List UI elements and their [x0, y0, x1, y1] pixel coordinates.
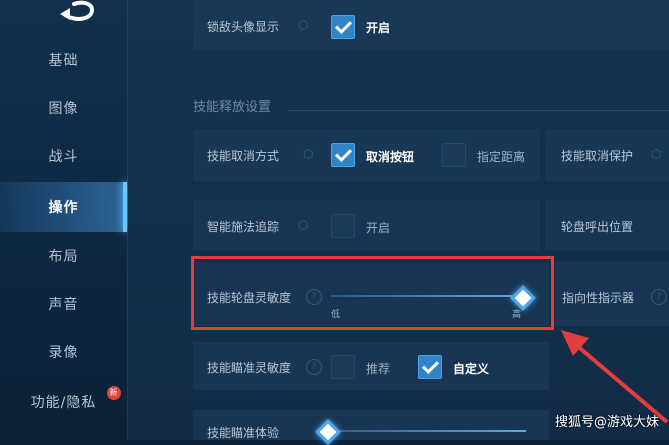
sidebar-item-controls[interactable]: 操作	[0, 182, 127, 232]
option-label: 取消按钮	[366, 150, 415, 164]
recommended-checkbox[interactable]	[331, 355, 355, 379]
sidebar-item-combat[interactable]: 战斗	[0, 134, 127, 178]
aim-experience-slider-track[interactable]	[326, 430, 526, 432]
back-arrow-icon[interactable]	[56, 0, 100, 24]
sidebar-item-label: 功能/隐私	[30, 395, 97, 411]
sidebar: 基础 图像 战斗 操作 布局 声音 录像 功能/隐私 新	[0, 0, 128, 440]
sidebar-item-label: 战斗	[48, 149, 79, 165]
info-icon[interactable]: ⬡	[298, 18, 312, 32]
sidebar-item-replay[interactable]: 录像	[0, 330, 127, 374]
sidebar-item-label: 布局	[48, 249, 79, 265]
info-icon[interactable]: ⬡	[303, 147, 317, 161]
setting-label: 轮盘呼出位置	[561, 220, 634, 234]
specify-distance-checkbox[interactable]	[442, 143, 466, 167]
info-icon[interactable]: ⬡	[651, 147, 665, 161]
sidebar-item-features-privacy[interactable]: 功能/隐私 新	[0, 380, 127, 424]
smart-cast-checkbox[interactable]	[331, 214, 355, 238]
setting-label: 技能瞄准体验	[207, 426, 280, 440]
option-label: 开启	[366, 21, 391, 35]
new-badge: 新	[107, 386, 121, 400]
option-label: 开启	[366, 221, 391, 235]
setting-label: 技能瞄准灵敏度	[207, 361, 292, 375]
sidebar-item-label: 操作	[48, 200, 79, 216]
info-icon[interactable]: ⬡	[298, 218, 312, 232]
section-title: 技能释放设置	[193, 100, 272, 115]
help-icon[interactable]: ?	[306, 359, 322, 375]
setting-label: 技能取消保护	[561, 149, 634, 163]
setting-label: 智能施法追踪	[207, 220, 280, 234]
option-label: 指定距离	[477, 150, 526, 164]
sidebar-item-label: 声音	[48, 297, 79, 313]
watermark-text: 搜狐号@游戏大妹	[554, 415, 659, 430]
sidebar-item-sound[interactable]: 声音	[0, 282, 127, 326]
sidebar-item-layout[interactable]: 布局	[0, 234, 127, 278]
sidebar-item-label: 录像	[48, 345, 79, 361]
sidebar-item-graphics[interactable]: 图像	[0, 86, 127, 130]
option-label: 推荐	[366, 362, 391, 376]
option-label: 自定义	[453, 362, 490, 376]
lock-avatar-checkbox[interactable]	[331, 15, 355, 39]
cancel-button-checkbox[interactable]	[331, 143, 355, 167]
help-icon[interactable]: ?	[651, 289, 667, 305]
setting-label: 技能取消方式	[207, 149, 280, 163]
red-highlight-box	[191, 256, 554, 330]
sidebar-item-label: 图像	[48, 101, 79, 117]
setting-label: 锁敌头像显示	[207, 20, 280, 34]
section-divider	[288, 110, 669, 111]
custom-checkbox[interactable]	[418, 355, 442, 379]
sidebar-item-label: 基础	[48, 53, 79, 69]
setting-label: 指向性指示器	[562, 291, 635, 305]
sidebar-item-basic[interactable]: 基础	[0, 38, 127, 82]
